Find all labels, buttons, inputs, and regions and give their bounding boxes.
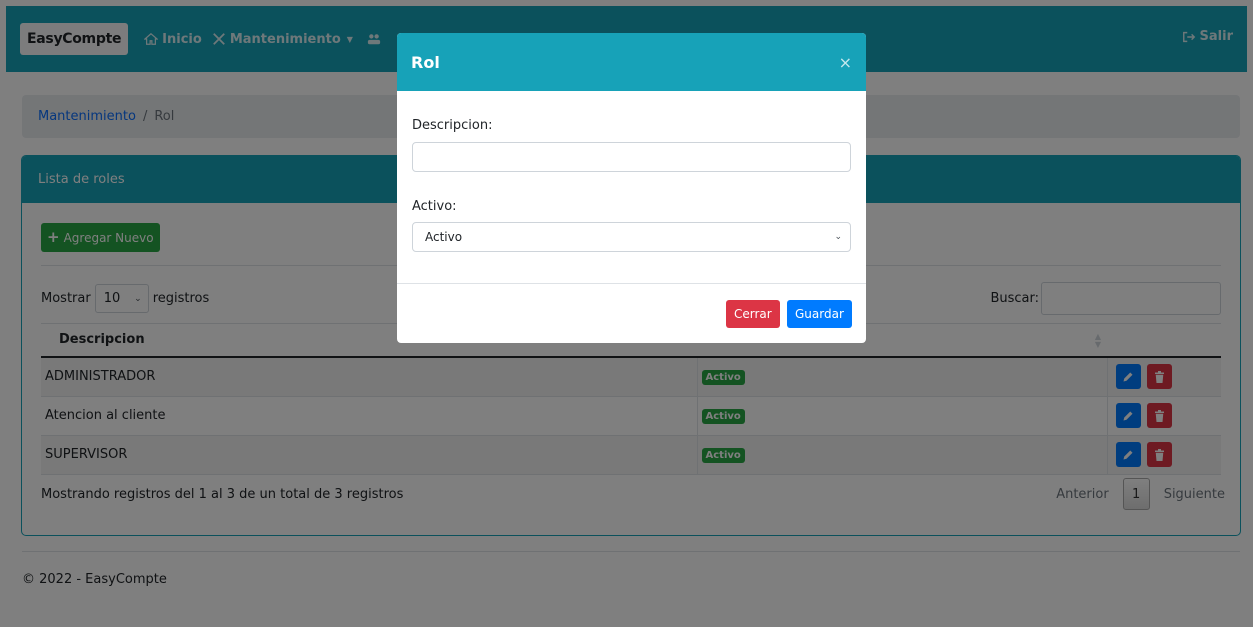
descripcion-label: Descripcion:	[412, 118, 493, 133]
guardar-button[interactable]: Guardar	[787, 300, 852, 328]
modal-header: Rol ×	[397, 33, 866, 91]
chevron-down-icon: ⌄	[834, 232, 842, 242]
activo-select-value: Activo	[425, 230, 463, 244]
rol-modal: Rol × Descripcion: Activo: Activo ⌄ Cerr…	[397, 33, 866, 343]
close-icon[interactable]: ×	[839, 53, 852, 72]
modal-footer: Cerrar Guardar	[397, 283, 866, 343]
cerrar-button[interactable]: Cerrar	[726, 300, 780, 328]
activo-label: Activo:	[412, 199, 457, 214]
modal-title: Rol	[411, 52, 440, 72]
descripcion-input[interactable]	[412, 142, 851, 172]
modal-body: Descripcion: Activo: Activo ⌄	[397, 91, 866, 283]
activo-select[interactable]: Activo ⌄	[412, 222, 851, 252]
